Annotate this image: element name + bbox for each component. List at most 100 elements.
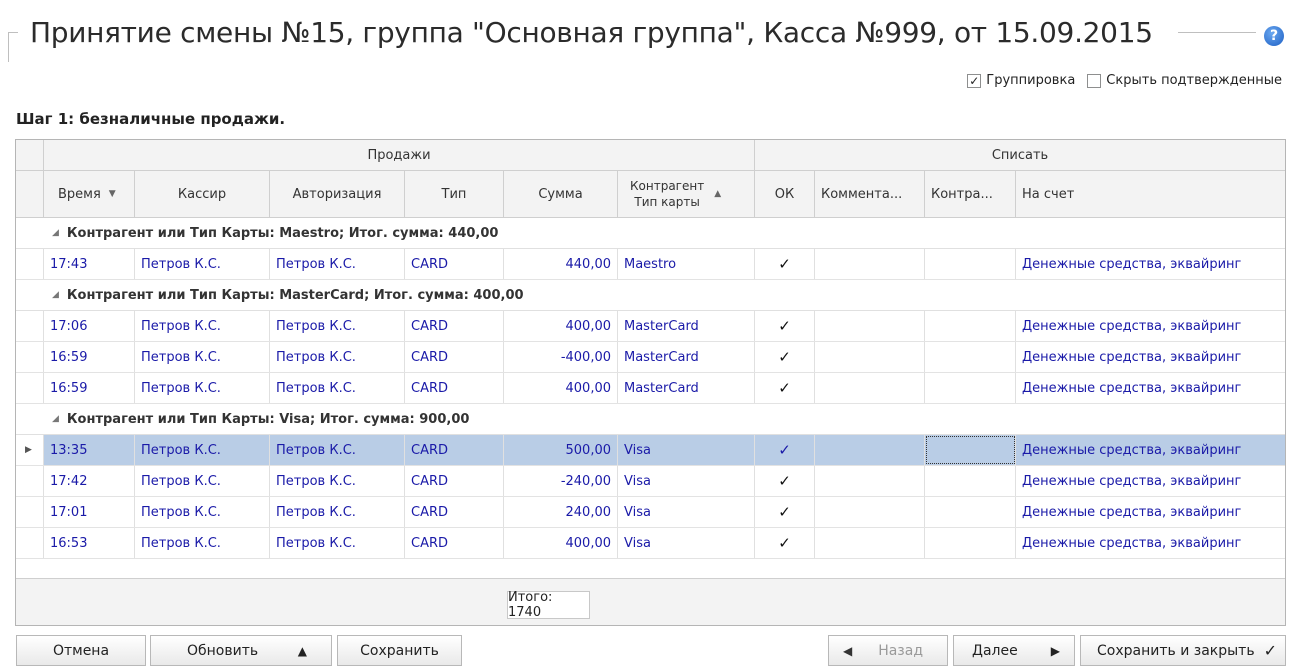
row-indicator[interactable] xyxy=(16,528,44,558)
cell-card-type[interactable]: MasterCard xyxy=(618,373,755,403)
help-icon[interactable]: ? xyxy=(1264,26,1284,46)
cell-authorization[interactable]: Петров К.С. xyxy=(270,528,405,558)
cell-type[interactable]: CARD xyxy=(405,435,504,465)
group-row[interactable]: ◢ Контрагент или Тип Карты: Visa; Итог. … xyxy=(16,404,1285,435)
hide-confirmed-checkbox[interactable]: Скрыть подтвержденные xyxy=(1087,73,1282,88)
cell-time[interactable]: 13:35 xyxy=(44,435,135,465)
checkmark-icon[interactable]: ✓ xyxy=(755,342,815,372)
checkmark-icon[interactable]: ✓ xyxy=(755,373,815,403)
cell-time[interactable]: 17:01 xyxy=(44,497,135,527)
cell-type[interactable]: CARD xyxy=(405,249,504,279)
cell-cashier[interactable]: Петров К.С. xyxy=(135,466,270,496)
row-indicator[interactable] xyxy=(16,249,44,279)
table-row[interactable]: 16:59 Петров К.С. Петров К.С. CARD 400,0… xyxy=(16,373,1285,404)
cell-account[interactable]: Денежные средства, эквайринг xyxy=(1016,435,1285,465)
cell-comment[interactable] xyxy=(815,466,925,496)
cell-type[interactable]: CARD xyxy=(405,373,504,403)
cell-type[interactable]: CARD xyxy=(405,342,504,372)
cell-time[interactable]: 16:53 xyxy=(44,528,135,558)
column-cashier[interactable]: Кассир xyxy=(135,171,270,217)
cell-contra[interactable] xyxy=(925,466,1016,496)
cell-cashier[interactable]: Петров К.С. xyxy=(135,342,270,372)
cancel-button[interactable]: Отмена xyxy=(16,635,146,666)
row-indicator[interactable] xyxy=(16,373,44,403)
cell-contra[interactable] xyxy=(925,342,1016,372)
row-indicator[interactable] xyxy=(16,466,44,496)
collapse-icon[interactable]: ◢ xyxy=(52,290,59,300)
column-sum[interactable]: Сумма xyxy=(504,171,618,217)
group-row[interactable]: ◢ Контрагент или Тип Карты: Maestro; Ито… xyxy=(16,218,1285,249)
checkmark-icon[interactable]: ✓ xyxy=(755,249,815,279)
cell-card-type[interactable]: MasterCard xyxy=(618,342,755,372)
cell-card-type[interactable]: Visa xyxy=(618,497,755,527)
cell-contra[interactable] xyxy=(925,497,1016,527)
cell-sum[interactable]: -240,00 xyxy=(504,466,618,496)
cell-sum[interactable]: 240,00 xyxy=(504,497,618,527)
cell-sum[interactable]: -400,00 xyxy=(504,342,618,372)
checkbox-checked-icon[interactable]: ✓ xyxy=(967,73,982,88)
cell-cashier[interactable]: Петров К.С. xyxy=(135,528,270,558)
group-header[interactable]: ◢ Контрагент или Тип Карты: Visa; Итог. … xyxy=(52,404,469,434)
cell-card-type[interactable]: Visa xyxy=(618,466,755,496)
checkmark-icon[interactable]: ✓ xyxy=(755,311,815,341)
cell-account[interactable]: Денежные средства, эквайринг xyxy=(1016,373,1285,403)
cell-comment[interactable] xyxy=(815,342,925,372)
cell-card-type[interactable]: MasterCard xyxy=(618,311,755,341)
cell-time[interactable]: 17:43 xyxy=(44,249,135,279)
cell-time[interactable]: 17:42 xyxy=(44,466,135,496)
cell-cashier[interactable]: Петров К.С. xyxy=(135,249,270,279)
cell-type[interactable]: CARD xyxy=(405,497,504,527)
cell-type[interactable]: CARD xyxy=(405,311,504,341)
checkbox-unchecked-icon[interactable] xyxy=(1087,73,1102,88)
grouping-checkbox[interactable]: ✓ Группировка xyxy=(967,73,1075,88)
column-authorization[interactable]: Авторизация xyxy=(270,171,405,217)
checkmark-icon[interactable]: ✓ xyxy=(755,528,815,558)
cell-contra[interactable] xyxy=(925,311,1016,341)
cell-cashier[interactable]: Петров К.С. xyxy=(135,435,270,465)
cell-account[interactable]: Денежные средства, эквайринг xyxy=(1016,466,1285,496)
table-row-selected[interactable]: ▶ 13:35 Петров К.С. Петров К.С. CARD 500… xyxy=(16,435,1285,466)
row-indicator[interactable]: ▶ xyxy=(16,435,44,465)
column-comment[interactable]: Коммента... xyxy=(815,171,925,217)
checkmark-icon[interactable]: ✓ xyxy=(755,497,815,527)
cell-cashier[interactable]: Петров К.С. xyxy=(135,497,270,527)
cell-comment[interactable] xyxy=(815,435,925,465)
table-row[interactable]: 17:01 Петров К.С. Петров К.С. CARD 240,0… xyxy=(16,497,1285,528)
cell-authorization[interactable]: Петров К.С. xyxy=(270,497,405,527)
collapse-icon[interactable]: ◢ xyxy=(52,414,59,424)
row-indicator[interactable] xyxy=(16,342,44,372)
next-button[interactable]: Далее ▶ xyxy=(953,635,1075,666)
cell-authorization[interactable]: Петров К.С. xyxy=(270,249,405,279)
cell-sum[interactable]: 400,00 xyxy=(504,311,618,341)
cell-comment[interactable] xyxy=(815,497,925,527)
cell-card-type[interactable]: Visa xyxy=(618,528,755,558)
cell-comment[interactable] xyxy=(815,311,925,341)
cell-cashier[interactable]: Петров К.С. xyxy=(135,373,270,403)
cell-time[interactable]: 16:59 xyxy=(44,342,135,372)
table-row[interactable]: 17:43 Петров К.С. Петров К.С. CARD 440,0… xyxy=(16,249,1285,280)
cell-time[interactable]: 17:06 xyxy=(44,311,135,341)
table-row[interactable]: 17:42 Петров К.С. Петров К.С. CARD -240,… xyxy=(16,466,1285,497)
column-counterparty[interactable]: Контрагент Тип карты ▲ xyxy=(618,171,755,217)
cell-sum[interactable]: 400,00 xyxy=(504,528,618,558)
cell-sum[interactable]: 440,00 xyxy=(504,249,618,279)
column-ok[interactable]: ОК xyxy=(755,171,815,217)
refresh-button[interactable]: Обновить ▲ xyxy=(150,635,332,666)
table-row[interactable]: 16:53 Петров К.С. Петров К.С. CARD 400,0… xyxy=(16,528,1285,559)
checkmark-icon[interactable]: ✓ xyxy=(755,435,815,465)
group-header[interactable]: ◢ Контрагент или Тип Карты: Maestro; Ито… xyxy=(52,218,498,248)
group-header[interactable]: ◢ Контрагент или Тип Карты: MasterCard; … xyxy=(52,280,524,310)
back-button[interactable]: ◀ Назад xyxy=(828,635,948,666)
cell-card-type[interactable]: Visa xyxy=(618,435,755,465)
collapse-icon[interactable]: ◢ xyxy=(52,228,59,238)
cell-authorization[interactable]: Петров К.С. xyxy=(270,342,405,372)
cell-card-type[interactable]: Maestro xyxy=(618,249,755,279)
cell-authorization[interactable]: Петров К.С. xyxy=(270,373,405,403)
cell-comment[interactable] xyxy=(815,528,925,558)
cell-account[interactable]: Денежные средства, эквайринг xyxy=(1016,497,1285,527)
column-account[interactable]: На счет xyxy=(1016,171,1285,217)
cell-sum[interactable]: 500,00 xyxy=(504,435,618,465)
cell-authorization[interactable]: Петров К.С. xyxy=(270,466,405,496)
cell-authorization[interactable]: Петров К.С. xyxy=(270,311,405,341)
column-type[interactable]: Тип xyxy=(405,171,504,217)
